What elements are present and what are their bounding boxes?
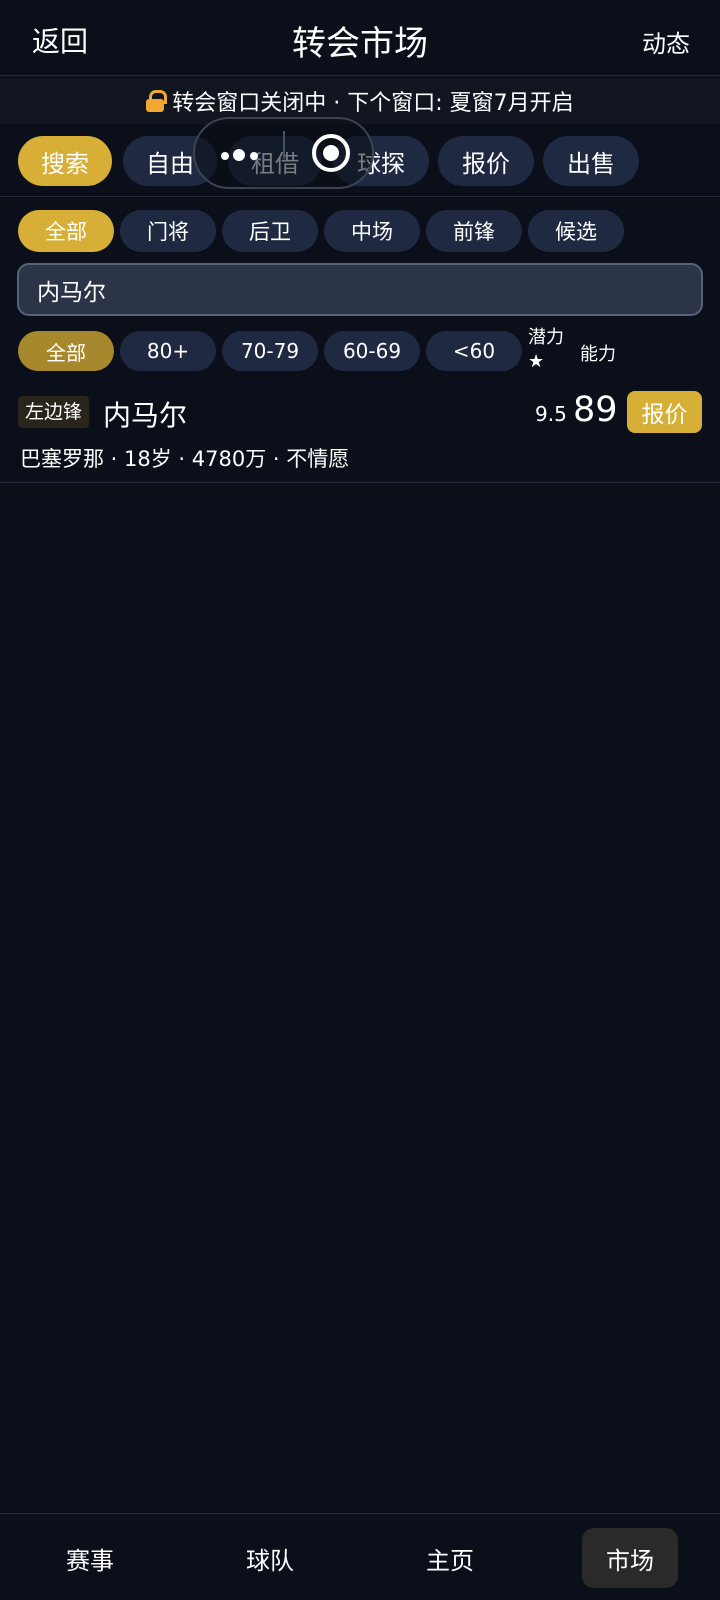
tab-search[interactable]: 搜索: [18, 136, 112, 186]
filter-position-forward[interactable]: 前锋: [426, 210, 522, 252]
filter-position-midfielder[interactable]: 中场: [324, 210, 420, 252]
player-meta: 巴塞罗那 · 18岁 · 4780万 · 不情愿: [20, 447, 350, 471]
more-icon[interactable]: [221, 149, 261, 163]
tab-sell[interactable]: 出售: [543, 136, 639, 186]
transfer-market-screen: 返回 转会市场 动态 转会窗口关闭中 · 下个窗口: 夏窗7月开启 搜索 自由 …: [0, 0, 720, 1600]
sort-by-potential[interactable]: 潜力★: [528, 326, 568, 374]
nav-home[interactable]: 主页: [402, 1528, 498, 1588]
bottom-nav: 赛事 球队 主页 市场: [0, 1513, 720, 1600]
filter-position-all[interactable]: 全部: [18, 210, 114, 252]
sort-by-ability[interactable]: 能力: [580, 340, 616, 366]
filter-position-goalkeeper[interactable]: 门将: [120, 210, 216, 252]
page-title: 转会市场: [292, 24, 428, 64]
capsule-divider: [283, 131, 285, 159]
filter-position-shortlist[interactable]: 候选: [528, 210, 624, 252]
filter-rating-all[interactable]: 全部: [18, 331, 114, 371]
lock-icon: [146, 90, 168, 112]
player-potential: 9.5: [535, 402, 567, 426]
player-row[interactable]: 左边锋 内马尔 9.5 89 报价 巴塞罗那 · 18岁 · 4780万 · 不…: [0, 388, 720, 483]
nav-matches[interactable]: 赛事: [42, 1528, 138, 1588]
search-input[interactable]: [17, 263, 703, 316]
divider: [0, 196, 720, 197]
player-name: 内马尔: [103, 399, 188, 432]
notice-text: 转会窗口关闭中 · 下个窗口: 夏窗7月开启: [172, 91, 574, 116]
tab-offers[interactable]: 报价: [438, 136, 534, 186]
filter-position-defender[interactable]: 后卫: [222, 210, 318, 252]
filter-rating-70-79[interactable]: 70-79: [222, 331, 318, 371]
floating-capsule: [193, 117, 374, 189]
header: 返回 转会市场 动态: [0, 0, 720, 76]
filter-rating-below-60[interactable]: <60: [426, 331, 522, 371]
nav-team[interactable]: 球队: [222, 1528, 318, 1588]
filter-rating-80-plus[interactable]: 80+: [120, 331, 216, 371]
filter-rating-60-69[interactable]: 60-69: [324, 331, 420, 371]
player-rating: 89: [573, 390, 618, 430]
player-position-badge: 左边锋: [18, 396, 90, 428]
nav-market[interactable]: 市场: [582, 1528, 678, 1588]
record-icon[interactable]: [312, 134, 350, 172]
make-offer-button[interactable]: 报价: [627, 391, 702, 433]
transfer-window-notice: 转会窗口关闭中 · 下个窗口: 夏窗7月开启: [0, 78, 720, 124]
news-button[interactable]: 动态: [642, 24, 690, 59]
